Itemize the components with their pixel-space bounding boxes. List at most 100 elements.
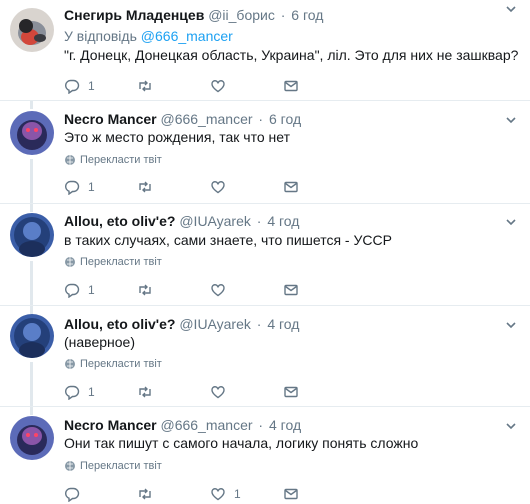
- author-handle[interactable]: @666_mancer: [160, 417, 252, 433]
- reply-icon: [65, 180, 80, 195]
- tweet-text: (наверное): [64, 334, 135, 350]
- chevron-down-icon[interactable]: [504, 113, 518, 127]
- thread-line: [30, 306, 33, 314]
- tweet-actions: 1: [64, 177, 356, 197]
- separator-dot: ·: [280, 7, 286, 23]
- thread-line: [30, 159, 33, 206]
- like-button[interactable]: 1: [210, 486, 283, 502]
- translate-label: Перекласти твіт: [80, 256, 162, 268]
- direct-message-button[interactable]: [283, 384, 356, 400]
- tweet-3: Allou, eto oliv'e? @IUAyarek · 4 год в т…: [0, 204, 530, 308]
- tweet-header: Allou, eto oliv'e? @IUAyarek · 4 год: [64, 315, 299, 333]
- reply-button[interactable]: 1: [64, 384, 137, 400]
- heart-icon: [211, 284, 225, 297]
- reply-button[interactable]: 1: [64, 179, 137, 195]
- reply-count: 1: [88, 180, 95, 194]
- timestamp[interactable]: 6 год: [269, 111, 301, 127]
- reply-button[interactable]: 1: [64, 78, 137, 94]
- timestamp[interactable]: 6 год: [291, 7, 323, 23]
- tweet-2: Necro Mancer @666_mancer · 6 год Это ж м…: [0, 101, 530, 206]
- timestamp[interactable]: 4 год: [267, 316, 299, 332]
- like-button[interactable]: [210, 78, 283, 94]
- globe-icon: [65, 155, 75, 165]
- translate-label: Перекласти твіт: [80, 460, 162, 472]
- necro-avatar-icon: [10, 111, 54, 155]
- chevron-down-icon[interactable]: [504, 215, 518, 229]
- retweet-button[interactable]: [137, 486, 210, 502]
- envelope-icon: [284, 80, 298, 92]
- tweet-actions: 1: [64, 484, 356, 504]
- chevron-down-icon[interactable]: [504, 419, 518, 433]
- author-name[interactable]: Снегирь Младенцев: [64, 7, 204, 23]
- author-name[interactable]: Necro Mancer: [64, 417, 157, 433]
- retweet-icon: [139, 80, 151, 92]
- reply-button[interactable]: [64, 486, 137, 502]
- envelope-icon: [284, 181, 298, 193]
- avatar[interactable]: [10, 416, 54, 460]
- avatar[interactable]: [10, 8, 54, 52]
- translate-link[interactable]: Перекласти твіт: [64, 459, 162, 473]
- avatar[interactable]: [10, 213, 54, 257]
- retweet-button[interactable]: [137, 282, 210, 298]
- necro-avatar-icon: [10, 416, 54, 460]
- like-button[interactable]: [210, 179, 283, 195]
- author-handle[interactable]: @ii_борис: [208, 7, 275, 23]
- reply-count: 1: [88, 79, 95, 93]
- thread-line: [30, 407, 33, 415]
- direct-message-button[interactable]: [283, 78, 356, 94]
- reply-button[interactable]: 1: [64, 282, 137, 298]
- chevron-down-icon[interactable]: [504, 2, 518, 16]
- direct-message-button[interactable]: [283, 179, 356, 195]
- allou-avatar-icon: [10, 213, 54, 257]
- envelope-icon: [284, 386, 298, 398]
- timestamp[interactable]: 4 год: [269, 417, 301, 433]
- retweet-button[interactable]: [137, 384, 210, 400]
- heart-icon: [211, 386, 225, 399]
- globe-icon: [65, 461, 75, 471]
- author-handle[interactable]: @IUAyarek: [179, 316, 251, 332]
- chevron-down-icon[interactable]: [504, 318, 518, 332]
- translate-link[interactable]: Перекласти твіт: [64, 153, 162, 167]
- direct-message-button[interactable]: [283, 486, 356, 502]
- allou-avatar-icon: [10, 314, 54, 358]
- author-handle[interactable]: @IUAyarek: [179, 213, 251, 229]
- tweet-1: Снегирь Младенцев @ii_борис · 6 год У ві…: [0, 0, 530, 105]
- reply-to-prefix: У відповідь: [64, 28, 137, 44]
- heart-icon: [211, 181, 225, 194]
- separator-dot: ·: [256, 316, 262, 332]
- reply-icon: [65, 283, 80, 298]
- separator-dot: ·: [258, 111, 264, 127]
- author-name[interactable]: Allou, eto oliv'e?: [64, 213, 175, 229]
- retweet-button[interactable]: [137, 78, 210, 94]
- heart-icon: [211, 488, 225, 501]
- reply-icon: [65, 487, 80, 502]
- tweet-actions: 1: [64, 280, 356, 300]
- thread-line: [30, 261, 33, 308]
- avatar[interactable]: [10, 111, 54, 155]
- like-button[interactable]: [210, 384, 283, 400]
- heart-icon: [211, 80, 225, 93]
- envelope-icon: [284, 284, 298, 296]
- author-name[interactable]: Necro Mancer: [64, 111, 157, 127]
- retweet-icon: [139, 386, 151, 398]
- timestamp[interactable]: 4 год: [267, 213, 299, 229]
- bird-avatar-icon: [10, 8, 54, 52]
- thread-line: [30, 362, 33, 409]
- tweet-actions: 1: [64, 76, 356, 96]
- retweet-icon: [139, 284, 151, 296]
- translate-link[interactable]: Перекласти твіт: [64, 357, 162, 371]
- author-name[interactable]: Allou, eto oliv'e?: [64, 316, 175, 332]
- direct-message-button[interactable]: [283, 282, 356, 298]
- author-handle[interactable]: @666_mancer: [160, 111, 252, 127]
- thread-line: [30, 101, 33, 109]
- avatar[interactable]: [10, 314, 54, 358]
- tweet-header: Necro Mancer @666_mancer · 6 год: [64, 110, 301, 128]
- envelope-icon: [284, 488, 298, 500]
- retweet-button[interactable]: [137, 179, 210, 195]
- translate-link[interactable]: Перекласти твіт: [64, 255, 162, 269]
- retweet-icon: [139, 181, 151, 193]
- tweet-text: в таких случаях, сами знаете, что пишетс…: [64, 232, 392, 248]
- like-button[interactable]: [210, 282, 283, 298]
- reply-icon: [65, 79, 80, 94]
- reply-to-handle[interactable]: @666_mancer: [141, 28, 233, 44]
